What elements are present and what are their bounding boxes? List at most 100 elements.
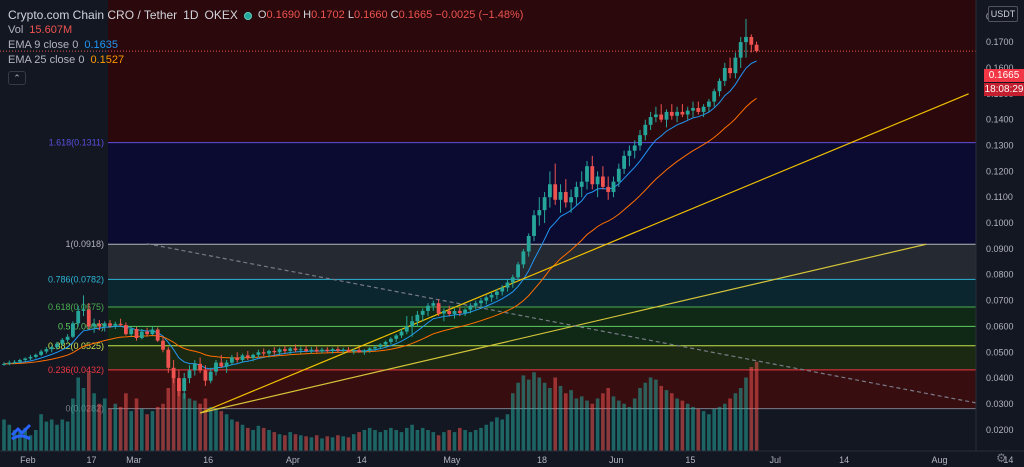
candle-body: [336, 349, 340, 351]
candle-body: [410, 321, 414, 327]
candle-body: [245, 355, 250, 358]
candle-body: [18, 360, 22, 362]
volume-bar: [717, 406, 722, 451]
volume-bar: [479, 427, 483, 451]
candle-body: [585, 166, 589, 182]
candle-body: [203, 370, 208, 381]
chevron-up-icon[interactable]: ⌃: [8, 71, 26, 85]
time-tick-label: Mar: [126, 455, 142, 465]
volume-bar: [442, 432, 446, 451]
candle-body: [537, 210, 542, 216]
volume-bar: [463, 430, 467, 451]
currency-badge[interactable]: USDT: [988, 6, 1018, 22]
candle-body: [171, 367, 176, 379]
volume-bar: [261, 427, 266, 451]
time-tick-label: Aug: [931, 455, 947, 465]
candle-body: [463, 309, 467, 313]
candle-body: [431, 303, 436, 306]
exchange-label[interactable]: OKEX: [205, 8, 238, 23]
candle-body: [399, 331, 404, 336]
time-tick-label: 18: [537, 455, 547, 465]
volume-bar: [113, 403, 118, 451]
candle-body: [256, 352, 261, 355]
volume-bar: [405, 427, 409, 451]
volume-bar: [712, 409, 716, 451]
high-value: 0.1702: [311, 9, 345, 21]
candle-body: [219, 362, 224, 367]
volume-bar: [293, 434, 298, 451]
candle-body: [675, 111, 679, 116]
open-value: 0.1690: [266, 9, 301, 21]
volume-bar: [140, 409, 144, 451]
ema25-legend-row[interactable]: EMA 25 close 0 0.1527: [8, 53, 523, 68]
candle-body: [182, 378, 187, 392]
candle-body: [553, 184, 558, 200]
fib-level-label-6: 1(0.0918): [65, 239, 104, 249]
candle-body: [145, 331, 149, 335]
time-tick-label: 14: [839, 455, 849, 465]
change-value: −0.0025 (−1.48%): [435, 9, 524, 21]
candle-body: [611, 181, 616, 193]
last-price-badge: 0.1665: [984, 69, 1024, 82]
candle-body: [277, 349, 282, 353]
volume-legend-row[interactable]: Vol 15.607M: [8, 23, 523, 38]
volume-bar: [251, 430, 255, 451]
candle-body: [606, 186, 611, 193]
gear-icon[interactable]: ⚙: [996, 451, 1007, 465]
candle-body: [267, 350, 271, 354]
candle-body: [198, 363, 202, 371]
candle-body: [728, 67, 732, 74]
price-tick-label: 0.0600: [986, 321, 1014, 331]
volume-bar: [320, 438, 324, 451]
fib-zone-6: [108, 142, 976, 245]
candle-body: [298, 349, 303, 351]
symbol-title[interactable]: Crypto.com Chain CRO / Tether: [8, 8, 177, 23]
volume-bar: [564, 393, 568, 451]
candle-body: [664, 111, 669, 120]
candle-body: [569, 197, 573, 203]
candle-body: [383, 341, 388, 345]
candle-body: [521, 251, 526, 265]
volume-bar: [34, 430, 38, 451]
volume-bar: [701, 411, 706, 451]
tradingview-logo-icon[interactable]: [10, 421, 32, 443]
candle-body: [272, 350, 277, 353]
volume-bar: [214, 409, 218, 451]
candle-body: [420, 310, 425, 315]
candle-body: [516, 264, 520, 278]
volume-bar: [2, 419, 6, 451]
candle-body: [12, 361, 17, 363]
close-value: 0.1665: [398, 9, 433, 21]
candle-body: [39, 351, 43, 355]
volume-bar: [410, 424, 414, 451]
volume-bar: [585, 400, 589, 451]
candle-body: [442, 310, 446, 314]
fib-level-label-5: 0.786(0.0782): [48, 274, 104, 284]
price-tick-label: 0.0200: [986, 425, 1014, 435]
candle-body: [155, 329, 160, 341]
candle-body: [532, 215, 536, 236]
candle-body: [648, 117, 653, 125]
fib-zone-4: [108, 279, 976, 308]
candle-body: [71, 323, 75, 337]
volume-bar: [39, 414, 43, 451]
volume-bar: [579, 396, 584, 451]
candle-body: [235, 357, 240, 361]
candle-body: [389, 338, 393, 342]
candle-body: [134, 329, 139, 339]
volume-bar: [643, 382, 648, 451]
candle-body: [601, 176, 605, 187]
candle-body: [2, 363, 6, 365]
volume-bar: [246, 427, 250, 451]
candle-body: [749, 36, 754, 45]
volume-bar: [198, 403, 202, 451]
time-tick-label: Jul: [769, 455, 781, 465]
volume-bar: [309, 437, 314, 451]
volume-bar: [187, 398, 192, 451]
volume-bar: [542, 382, 547, 451]
volume-bar: [664, 390, 669, 451]
candle-body: [404, 326, 409, 332]
volume-bar: [336, 435, 340, 451]
interval-label[interactable]: 1D: [183, 8, 198, 23]
ema9-legend-row[interactable]: EMA 9 close 0 0.1635: [8, 38, 523, 53]
